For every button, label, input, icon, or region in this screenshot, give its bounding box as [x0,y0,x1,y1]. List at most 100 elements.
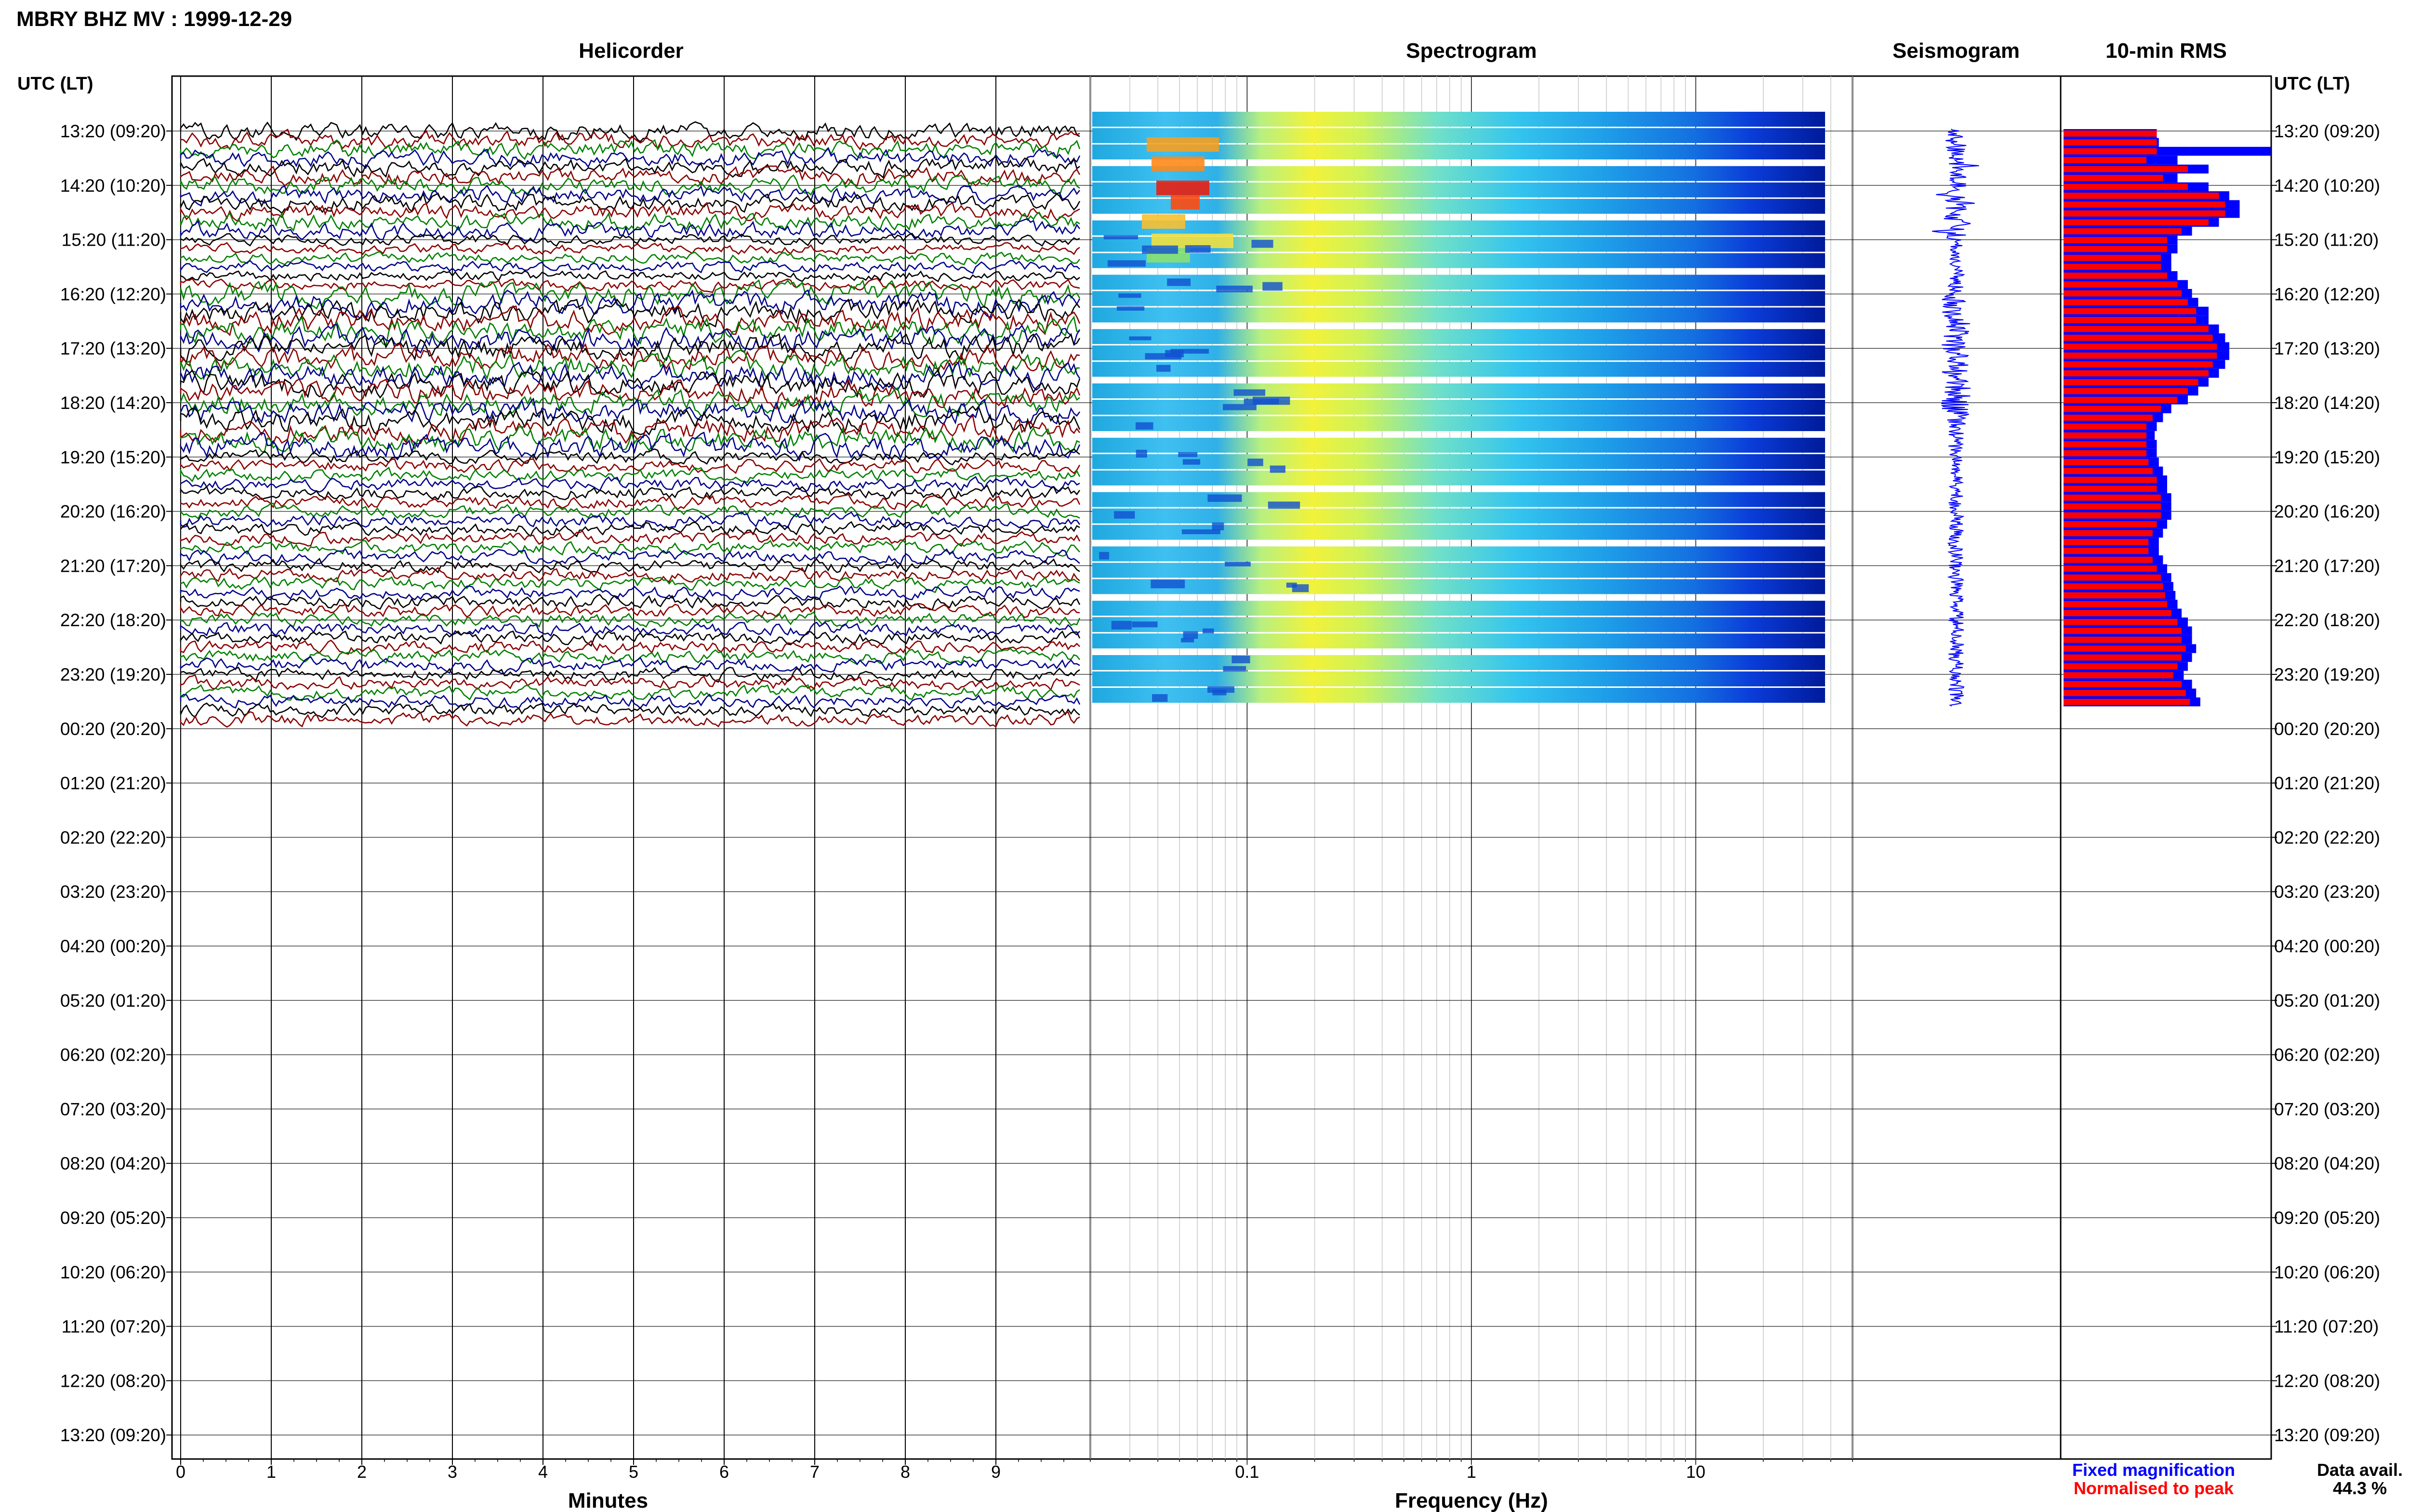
frequency-axis-label: Frequency (Hz) [1395,1489,1548,1512]
spectrogram-strip [1092,563,1825,578]
spectrogram-strip [1092,454,1825,469]
rms-bar-normalised [2064,654,2182,661]
rms-bar-normalised [2064,423,2146,430]
spectrogram-strip [1092,198,1825,214]
helicorder-trace [180,476,1080,493]
rms-bar-normalised [2064,690,2186,697]
spectrogram-low-patch [1247,459,1263,466]
spectrogram-strip [1092,383,1825,398]
minute-tick-label: 3 [448,1462,457,1482]
minute-tick-label: 0 [176,1462,185,1482]
minute-tick-label: 4 [538,1462,548,1482]
rms-bar-normalised [2064,672,2173,679]
time-label-right: 14:20 (10:20) [2274,176,2380,196]
rms-bar-normalised [2064,192,2219,199]
time-label-left: 20:20 (16:20) [60,502,166,522]
helicorder-traces [180,121,1081,728]
frequency-tick-label: 0.1 [1235,1462,1259,1482]
spectrogram-title: Spectrogram [1406,39,1536,63]
minute-tick-label: 8 [900,1462,910,1482]
spectrogram-low-patch [1170,349,1209,354]
rms-bar-normalised [2064,583,2163,590]
time-label-left: 06:20 (02:20) [60,1045,166,1065]
time-label-right: 11:20 (07:20) [2274,1317,2379,1337]
rms-bar-normalised [2064,388,2188,394]
time-label-right: 16:20 (12:20) [2274,284,2380,304]
spectrogram-low-patch [1142,245,1178,254]
rms-bar-normalised [2064,610,2171,617]
minute-tick-label: 2 [357,1462,367,1482]
spectrogram-strip [1092,291,1825,306]
helicorder-trace [180,639,1080,655]
helicorder-trace [180,260,1080,274]
seismogram-title: Seismogram [1893,39,2020,63]
helicorder-trace [180,674,1080,691]
rms-bar-normalised [2064,157,2146,163]
time-label-left: 09:20 (05:20) [60,1208,166,1228]
time-labels-left: 13:20 (09:20) 14:20 (10:20) 15:20 (11:20) 1… [60,121,166,1445]
helicorder-trace [180,128,1080,151]
seismic-plot: MBRY BHZ MV : 1999-12-29 Helicorder Spec… [16,7,2403,1512]
time-label-left: 04:20 (00:20) [60,936,166,956]
frequency-tick-label: 1 [1467,1462,1476,1482]
spectrogram-strip [1092,579,1825,594]
time-label-left: 17:20 (13:20) [60,339,166,358]
rms-bar-normalised [2064,343,2217,350]
rms-bar-normalised [2064,459,2149,465]
time-label-left: 02:20 (22:20) [60,828,166,847]
rms-bar-normalised [2064,539,2149,545]
helicorder-trace [180,539,1080,557]
rms-bar-normalised [2064,379,2198,385]
rms-bar-normalised [2064,592,2165,599]
utc-label-right: UTC (LT) [2274,74,2350,94]
spectrogram-strip [1092,633,1825,649]
spectrogram-low-patch [1103,235,1138,239]
utc-label-left: UTC (LT) [17,74,93,94]
rms-bar-normalised [2064,361,2213,368]
spectrogram-low-patch [1268,501,1300,509]
spectrogram-low-patch [1181,529,1220,535]
frequency-tick-label: 10 [1686,1462,1706,1482]
spectrogram-low-patch [1156,365,1171,372]
helicorder-trace [180,324,1081,355]
rms-bar-normalised [2064,628,2182,634]
rms-bar-normalised [2064,663,2178,670]
spectrogram-low-patch [1251,239,1273,248]
spectrogram-strip [1092,508,1825,524]
helicorder-trace [180,493,1081,510]
spectrogram-low-patch [1233,389,1266,396]
helicorder-trace [180,521,1080,538]
time-label-right: 21:20 (17:20) [2274,556,2380,576]
minute-tick-label: 5 [629,1462,638,1482]
helicorder-trace [180,611,1081,628]
spectrogram-low-patch [1270,465,1286,473]
rms-bar-normalised [2064,450,2146,457]
spectrogram-low-patch [1178,452,1198,457]
spectrogram-low-patch [1185,245,1211,253]
spectrogram-low-patch [1135,422,1153,430]
station-title: MBRY BHZ MV : 1999-12-29 [16,7,292,31]
time-label-right: 18:20 (14:20) [2274,393,2380,413]
spectrogram-strip [1092,253,1825,268]
rms-bar-normalised [2064,476,2157,483]
time-label-left: 00:20 (20:20) [60,719,166,739]
time-label-right: 06:20 (02:20) [2274,1045,2380,1065]
spectrogram-low-patch [1181,638,1194,643]
time-label-right: 19:20 (15:20) [2274,447,2380,467]
x-tick-labels: 0 1 2 3 4 5 6 7 8 9 0.1 1 10 [176,1462,1706,1482]
minute-tick-label: 7 [810,1462,820,1482]
spectrogram-strip [1092,362,1825,377]
minute-tick-label: 6 [719,1462,729,1482]
rms-bar-normalised [2064,326,2209,332]
helicorder-trace [180,485,1081,500]
spectrogram-strip [1092,671,1825,686]
rms-bar-normalised [2064,228,2182,235]
spectrogram-low-patch [1252,396,1290,405]
spectrogram-low-patch [1099,552,1109,560]
rms-bar-normalised [2064,184,2188,190]
minute-tick-label: 1 [266,1462,276,1482]
rms-bar-normalised [2064,441,2146,447]
spectrogram-energy-patch [1152,157,1204,171]
rms-bar-normalised [2064,521,2157,527]
spectrogram-low-patch [1292,584,1309,592]
